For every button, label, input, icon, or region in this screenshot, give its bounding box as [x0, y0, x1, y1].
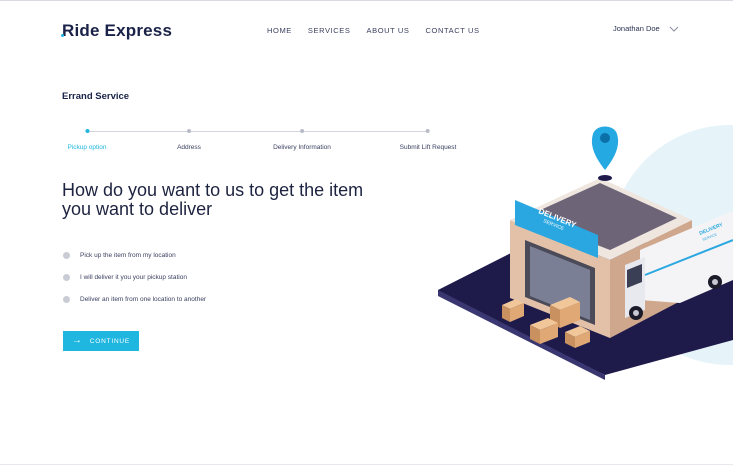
step-dot — [186, 129, 191, 133]
section-title: Errand Service — [62, 91, 130, 102]
step-label: Pickup option — [67, 144, 107, 151]
option-deliver-to-pickup-station[interactable]: I will deliver it you your pickup statio… — [63, 272, 206, 283]
logo-text: Ride Express — [62, 21, 173, 40]
logo-dot — [61, 34, 64, 37]
nav-services[interactable]: SERVICES — [308, 26, 351, 35]
stepper-line — [87, 131, 428, 132]
continue-button[interactable]: → CONTINUE — [63, 331, 139, 351]
option-label: Pick up the item from my location — [80, 252, 176, 259]
logo[interactable]: Ride Express — [61, 21, 173, 41]
step-address[interactable]: Address — [177, 127, 201, 151]
continue-label: CONTINUE — [89, 337, 131, 345]
step-pickup-option[interactable]: Pickup option — [67, 127, 107, 151]
delivery-illustration: DELIVERY SERVICE DELIVERY SERVICE — [430, 100, 733, 390]
progress-stepper: Pickup option Address Delivery Informati… — [62, 127, 462, 155]
nav-contact-us[interactable]: CONTACT US — [426, 26, 480, 35]
main-nav: HOME SERVICES ABOUT US CONTACT US — [267, 26, 480, 35]
step-delivery-information[interactable]: Delivery Information — [273, 127, 331, 151]
step-label: Address — [177, 144, 201, 151]
option-label: Deliver an item from one location to ano… — [80, 296, 207, 303]
user-menu[interactable]: Jonathan Doe — [613, 24, 679, 33]
step-dot — [300, 129, 304, 133]
arrow-right-icon: → — [71, 335, 83, 346]
nav-about-us[interactable]: ABOUT US — [367, 26, 410, 35]
delivery-options: Pick up the item from my location I will… — [63, 250, 206, 316]
option-label: I will deliver it you your pickup statio… — [80, 274, 187, 281]
step-dot — [85, 129, 89, 133]
radio-button[interactable] — [63, 274, 70, 281]
option-pickup-from-location[interactable]: Pick up the item from my location — [63, 250, 206, 261]
radio-button[interactable] — [63, 252, 70, 259]
nav-home[interactable]: HOME — [267, 26, 292, 35]
option-deliver-between-locations[interactable]: Deliver an item from one location to ano… — [63, 294, 206, 305]
chevron-down-icon[interactable] — [669, 26, 679, 32]
user-name: Jonathan Doe — [613, 24, 660, 33]
page-headline: How do you want to us to get the item yo… — [62, 180, 364, 219]
location-pin-icon — [591, 126, 619, 181]
delivery-scene-image: DELIVERY SERVICE DELIVERY SERVICE — [438, 125, 733, 380]
step-label: Delivery Information — [273, 144, 331, 151]
radio-button[interactable] — [63, 296, 70, 303]
